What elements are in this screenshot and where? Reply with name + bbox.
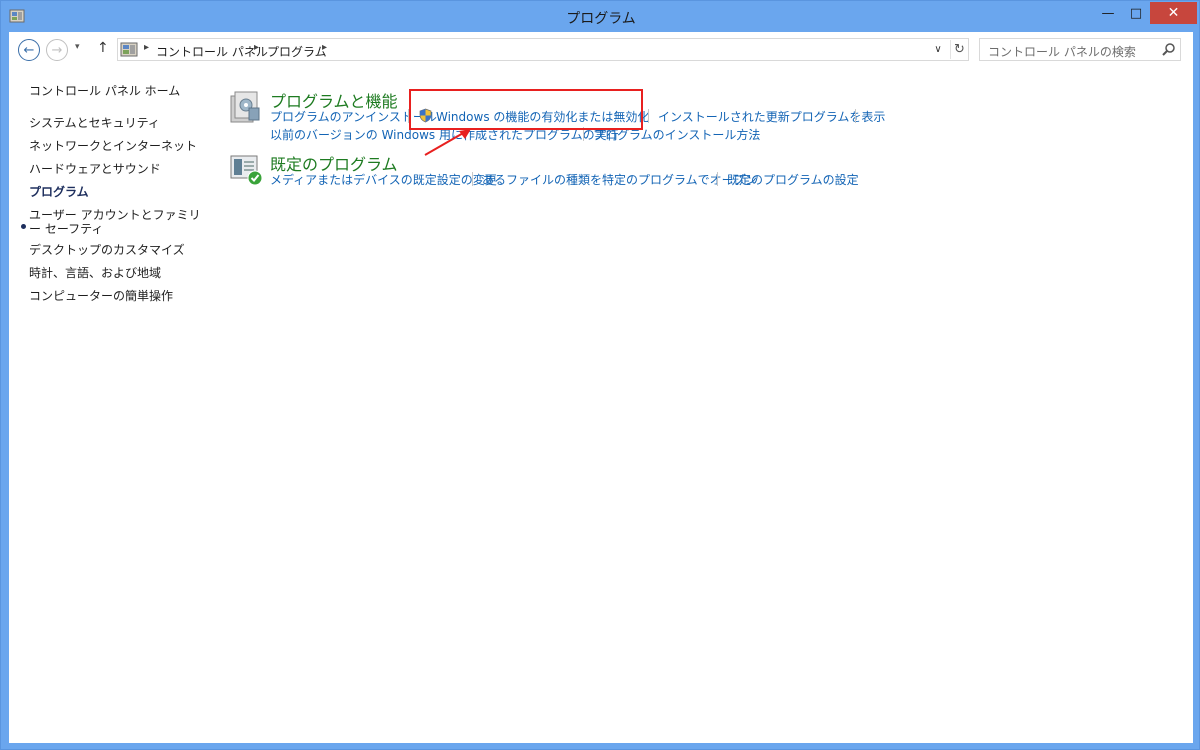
sidebar-item-hardware-sound[interactable]: ハードウェアとサウンド xyxy=(29,162,209,176)
sidebar-item-appearance[interactable]: デスクトップのカスタマイズ xyxy=(29,243,209,257)
window-title: プログラム xyxy=(566,11,636,27)
annotation-highlight-box xyxy=(409,89,643,130)
control-panel-icon xyxy=(120,42,138,57)
sidebar-item-system-security[interactable]: システムとセキュリティ xyxy=(29,116,209,130)
programs-features-icon[interactable] xyxy=(229,90,263,124)
maximize-button[interactable]: □ xyxy=(1122,2,1150,24)
sidebar-item-ease-of-access[interactable]: コンピューターの簡単操作 xyxy=(29,289,209,303)
search-icon[interactable] xyxy=(1161,42,1176,57)
refresh-button[interactable]: ↻ xyxy=(950,40,968,59)
breadcrumb-chevron-icon[interactable]: ▸ xyxy=(254,42,259,53)
default-programs-icon[interactable] xyxy=(229,152,263,186)
sidebar-item-programs[interactable]: プログラム xyxy=(29,185,209,199)
up-button[interactable]: ↑ xyxy=(97,40,109,56)
sidebar-item-control-panel-home[interactable]: コントロール パネル ホーム xyxy=(29,84,209,98)
link-separator xyxy=(855,109,856,123)
link-view-installed-updates[interactable]: インストールされた更新プログラムを表示 xyxy=(658,108,885,125)
breadcrumb-chevron-icon[interactable]: ▸ xyxy=(322,42,327,53)
breadcrumb-chevron-icon[interactable]: ▸ xyxy=(144,42,149,53)
annotation-arrow-icon xyxy=(424,129,471,156)
address-history-dropdown[interactable]: ∨ xyxy=(930,41,946,58)
link-separator xyxy=(717,172,718,186)
breadcrumb-control-panel[interactable]: コントロール パネル xyxy=(156,43,268,60)
close-button[interactable]: ✕ xyxy=(1150,2,1197,24)
active-item-bullet-icon xyxy=(21,224,26,229)
link-separator xyxy=(472,172,473,186)
search-box[interactable]: コントロール パネルの検索 xyxy=(979,38,1181,61)
navigation-bar: ← → ▾ ↑ ▸ コントロール パネル ▸ プログラム ▸ ∨ ↻ コントロー… xyxy=(9,32,1193,68)
control-panel-window: プログラム — □ ✕ ← → ▾ ↑ ▸ コントロール パネル ▸ プログラム xyxy=(0,0,1200,750)
breadcrumb-programs[interactable]: プログラム xyxy=(267,43,327,60)
sidebar-item-network-internet[interactable]: ネットワークとインターネット xyxy=(29,139,209,153)
address-bar[interactable]: ▸ コントロール パネル ▸ プログラム ▸ ∨ ↻ xyxy=(117,38,969,61)
sidebar: コントロール パネル ホーム システムとセキュリティ ネットワークとインターネッ… xyxy=(9,68,209,728)
client-area: ← → ▾ ↑ ▸ コントロール パネル ▸ プログラム ▸ ∨ ↻ コントロー… xyxy=(9,32,1193,743)
link-set-default-programs[interactable]: 既定のプログラムの設定 xyxy=(727,171,859,188)
link-open-file-type-always[interactable]: あるファイルの種類を特定のプログラムでオープン xyxy=(482,171,757,188)
sidebar-item-clock-language-region[interactable]: 時計、言語、および地域 xyxy=(29,266,209,280)
recent-locations-dropdown-icon[interactable]: ▾ xyxy=(75,42,80,52)
main-content: プログラムと機能 プログラムのアンインストール Windows の機能の有効化ま… xyxy=(219,80,1179,720)
back-button[interactable]: ← xyxy=(18,39,40,61)
forward-button[interactable]: → xyxy=(46,39,68,61)
title-bar[interactable]: プログラム — □ ✕ xyxy=(1,1,1200,32)
sidebar-item-user-accounts[interactable]: ユーザー アカウントとファミリー セーフティ xyxy=(29,208,201,236)
link-separator xyxy=(648,109,649,123)
minimize-button[interactable]: — xyxy=(1094,2,1122,24)
link-change-media-defaults[interactable]: メディアまたはデバイスの既定設定の変更 xyxy=(270,171,497,188)
search-placeholder: コントロール パネルの検索 xyxy=(988,45,1136,59)
